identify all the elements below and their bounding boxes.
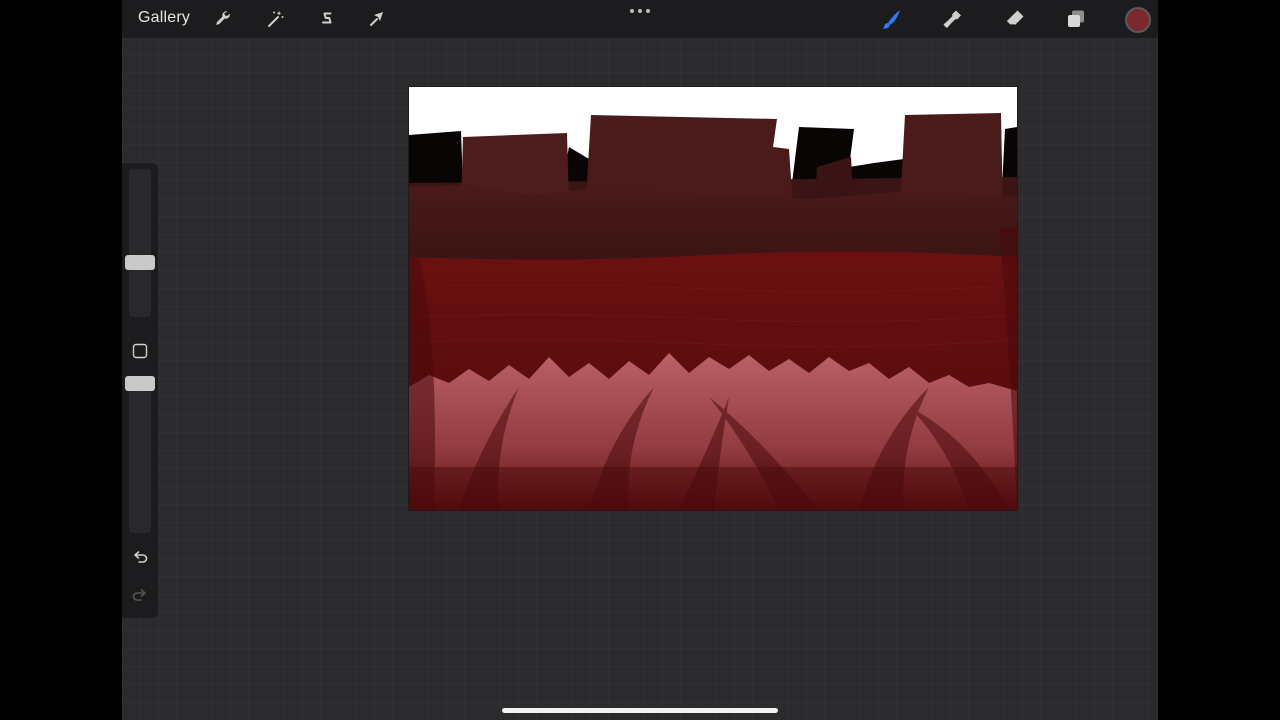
left-sidebar [122,163,158,618]
wrench-icon[interactable] [212,7,236,31]
brush-icon[interactable] [879,7,903,31]
brush-size-slider-thumb[interactable] [125,255,155,271]
opacity-slider-thumb[interactable] [125,375,155,391]
procreate-app: Gallery [122,0,1158,720]
modify-square-icon[interactable] [132,343,148,359]
smudge-icon[interactable] [941,7,965,31]
eraser-icon[interactable] [1003,7,1027,31]
magic-wand-icon[interactable] [263,7,287,31]
brush-size-slider[interactable] [129,169,151,317]
drawing-canvas[interactable] [409,87,1017,510]
more-options-icon[interactable] [629,8,651,14]
undo-icon[interactable] [131,549,149,567]
top-toolbar: Gallery [122,0,1158,38]
opacity-slider[interactable] [129,383,151,533]
home-indicator[interactable] [502,708,778,713]
artwork-red-field-painting [409,87,1017,510]
redo-icon[interactable] [131,587,149,605]
transform-arrow-icon[interactable] [365,7,389,31]
color-picker-button[interactable] [1125,7,1151,33]
gallery-button[interactable]: Gallery [138,9,190,27]
selection-s-icon[interactable] [314,7,338,31]
layers-icon[interactable] [1064,7,1088,31]
